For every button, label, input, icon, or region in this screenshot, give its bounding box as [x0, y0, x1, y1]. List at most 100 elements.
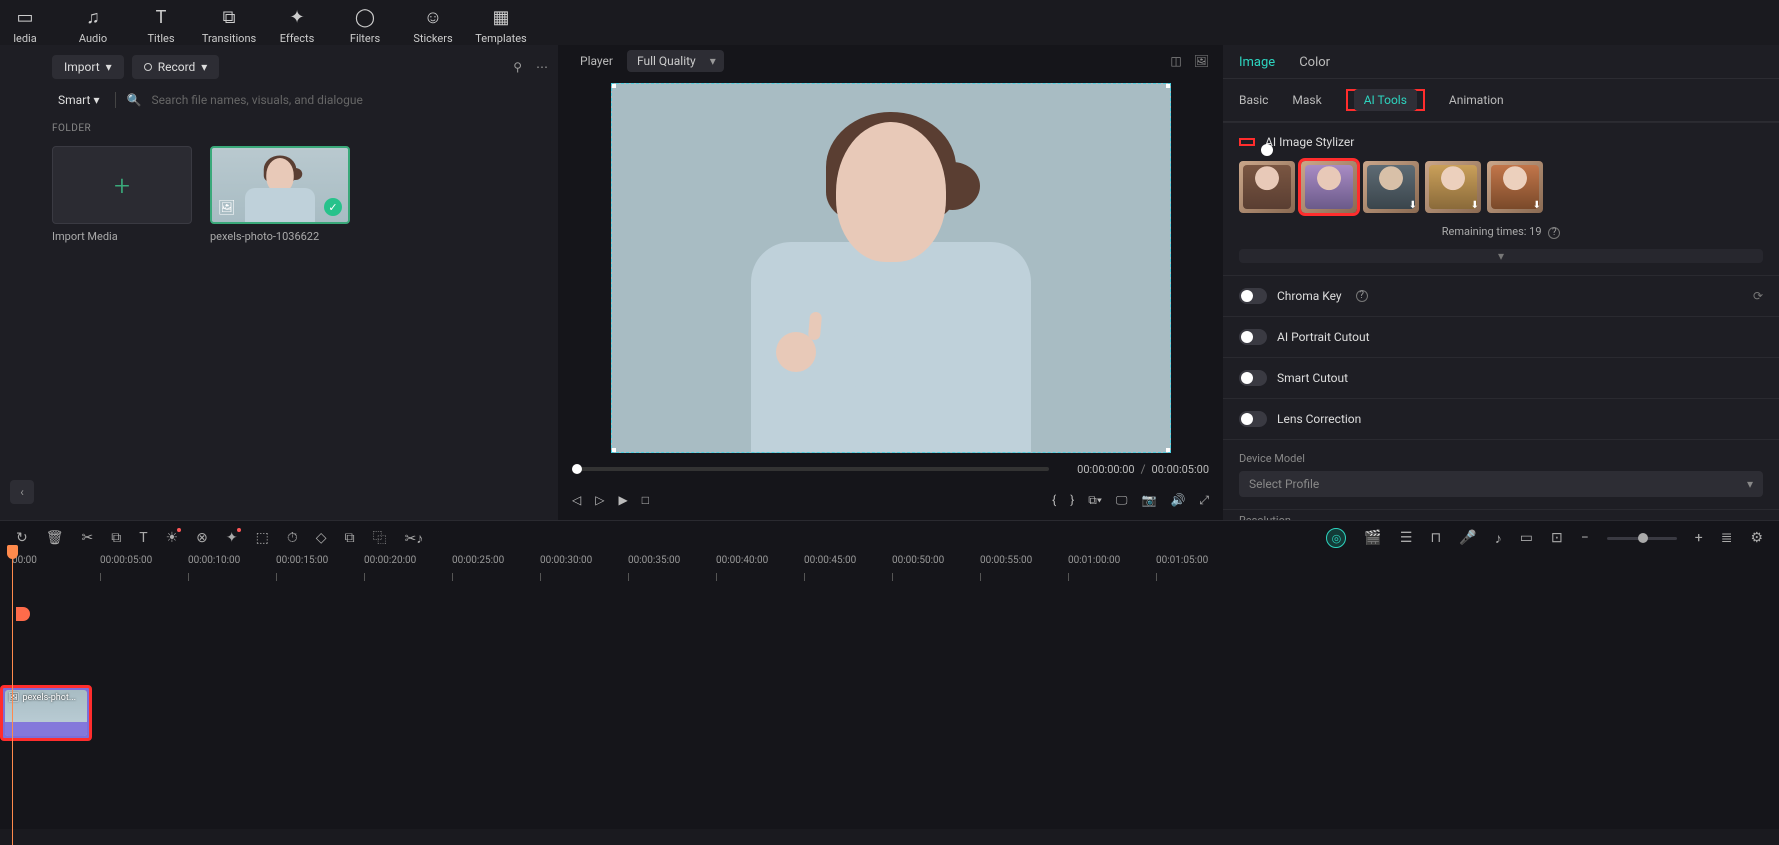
collapse-sidebar-button[interactable]: ‹ [10, 480, 34, 504]
media-panel: Import▾ Record▾ ⚲ ⋯ Smart ▾ 🔍 FOLDER + I… [0, 45, 558, 520]
selection-frame[interactable] [611, 83, 1171, 453]
keyframe-button[interactable]: ◇ [316, 530, 327, 546]
preview-viewport[interactable] [558, 77, 1223, 458]
copy-button[interactable]: ⿻ [373, 528, 387, 548]
style-preset-5[interactable]: ⬇ [1487, 161, 1543, 213]
timeline-tracks[interactable]: 🖼pexels-phot... [0, 585, 1779, 829]
ai-stylizer-label: AI Image Stylizer [1265, 135, 1354, 149]
tab-media[interactable]: ▭ledia [0, 6, 50, 45]
player-seek-bar[interactable] [572, 467, 1049, 471]
help-icon[interactable]: ? [1548, 227, 1560, 239]
record-button[interactable]: Record▾ [132, 55, 220, 79]
more-icon[interactable]: ⋯ [536, 60, 548, 74]
detach-audio-button[interactable]: ✂♪ [405, 530, 424, 547]
subtab-ai-tools[interactable]: AI Tools [1354, 89, 1417, 111]
subtab-animation[interactable]: Animation [1449, 93, 1504, 107]
speed-button[interactable]: ⏱ [287, 530, 298, 546]
split-button[interactable]: ✂ [82, 530, 94, 546]
subtab-basic[interactable]: Basic [1239, 93, 1268, 107]
redo-button[interactable]: ↻ [16, 530, 28, 546]
chevron-down-icon: ▾ [106, 60, 112, 74]
filter-icon[interactable]: ⚲ [513, 60, 522, 74]
device-profile-select[interactable]: Select Profile [1239, 471, 1763, 497]
mixer-icon[interactable]: ☰ [1400, 530, 1413, 546]
prev-frame-button[interactable]: ◁ [572, 493, 581, 507]
tab-templates[interactable]: ▦ Templates [476, 6, 526, 45]
text-button[interactable]: T [139, 530, 147, 546]
clip-settings-icon[interactable]: ⧉▾ [1088, 493, 1102, 508]
adjust-button[interactable]: ☀ [166, 530, 179, 546]
marker-icon[interactable]: ⊓ [1430, 530, 1441, 546]
delete-button[interactable]: 🗑 [46, 530, 64, 546]
snap-icon[interactable]: ⊡ [1551, 530, 1563, 546]
stop-button[interactable]: □ [642, 493, 649, 507]
lens-correction-toggle[interactable] [1239, 411, 1267, 427]
smart-cutout-toggle[interactable] [1239, 370, 1267, 386]
import-button[interactable]: Import▾ [52, 55, 124, 79]
audio-icon[interactable]: ♪ [1495, 530, 1502, 547]
play-pause-button[interactable]: ▷ [595, 493, 604, 507]
seek-thumb[interactable] [572, 464, 582, 474]
snapshot-icon[interactable]: 🖼 [1194, 54, 1209, 68]
thumbnail-icon[interactable]: ▭ [1520, 530, 1533, 546]
mark-out-button[interactable]: } [1070, 493, 1074, 507]
smart-dropdown[interactable]: Smart ▾ [52, 91, 105, 109]
zoom-thumb[interactable] [1638, 533, 1648, 543]
style-preset-2[interactable] [1301, 161, 1357, 213]
ai-assistant-button[interactable]: ◎ [1326, 528, 1346, 548]
tab-image[interactable]: Image [1239, 55, 1275, 70]
media-clip-card[interactable]: 🖼 ✓ pexels-photo-1036622 [210, 146, 350, 243]
mark-in-button[interactable]: { [1052, 493, 1056, 507]
crop-button[interactable]: ⧉ [111, 530, 121, 546]
display-icon[interactable]: 🖵 [1116, 493, 1128, 508]
zoom-in-button[interactable]: + [1695, 530, 1703, 546]
voiceover-icon[interactable]: 🎬 [1364, 530, 1381, 546]
group-button[interactable]: ⧉ [345, 530, 355, 546]
templates-icon: ▦ [492, 6, 509, 28]
search-input[interactable] [151, 93, 548, 107]
fullscreen-button[interactable]: ⤢ [1199, 493, 1209, 508]
tab-audio[interactable]: ♫Audio [68, 6, 118, 45]
tab-titles[interactable]: TTitles [136, 6, 186, 45]
time-separator: / [1141, 462, 1146, 476]
record-icon [144, 63, 152, 71]
resize-handle[interactable] [1166, 448, 1171, 453]
tab-transitions[interactable]: ⧉Transitions [204, 6, 254, 45]
record-vo-icon[interactable]: 🎤 [1459, 530, 1476, 546]
chroma-key-toggle[interactable] [1239, 288, 1267, 304]
tab-color[interactable]: Color [1299, 55, 1330, 70]
expand-section-button[interactable]: ▾ [1239, 249, 1763, 263]
tab-filters[interactable]: ◯Filters [340, 6, 390, 45]
style-preset-4[interactable]: ⬇ [1425, 161, 1481, 213]
play-button[interactable]: ▶ [618, 493, 627, 507]
playhead[interactable] [12, 545, 13, 845]
style-preset-1[interactable] [1239, 161, 1295, 213]
render-button[interactable]: ⬚ [256, 530, 269, 546]
subtab-mask[interactable]: Mask [1292, 93, 1321, 107]
tab-effects[interactable]: ✦Effects [272, 6, 322, 45]
help-icon[interactable]: ? [1356, 290, 1368, 302]
resize-handle[interactable] [611, 83, 616, 88]
timeline-ruler[interactable]: 00:0000:00:05:0000:00:10:0000:00:15:0000… [0, 555, 1779, 585]
effects-button[interactable]: ✦ [226, 530, 238, 546]
highlight-ai-tools: AI Tools [1346, 89, 1425, 111]
zoom-out-button[interactable]: − [1581, 530, 1589, 546]
resize-handle[interactable] [1166, 83, 1171, 88]
import-media-card[interactable]: + Import Media [52, 146, 192, 243]
zoom-slider[interactable] [1607, 537, 1677, 540]
tab-templates-label: Templates [475, 32, 526, 45]
reset-icon[interactable]: ⟳ [1753, 289, 1763, 303]
snapshot-button[interactable]: 📷 [1141, 493, 1156, 507]
tab-stickers[interactable]: ☺Stickers [408, 6, 458, 45]
resize-handle[interactable] [611, 448, 616, 453]
timeline-settings-button[interactable]: ⚙ [1750, 530, 1763, 546]
playback-quality-select[interactable]: Full Quality [627, 50, 724, 72]
style-preset-3[interactable]: ⬇ [1363, 161, 1419, 213]
timeline-clip[interactable]: 🖼pexels-phot... [0, 685, 92, 741]
volume-button[interactable]: 🔊 [1170, 493, 1185, 507]
portrait-cutout-toggle[interactable] [1239, 329, 1267, 345]
fit-timeline-button[interactable]: ≣ [1721, 530, 1733, 546]
color-button[interactable]: ⊗ [196, 530, 208, 546]
compare-view-icon[interactable]: ◫ [1170, 54, 1181, 68]
tab-audio-label: Audio [79, 32, 107, 45]
